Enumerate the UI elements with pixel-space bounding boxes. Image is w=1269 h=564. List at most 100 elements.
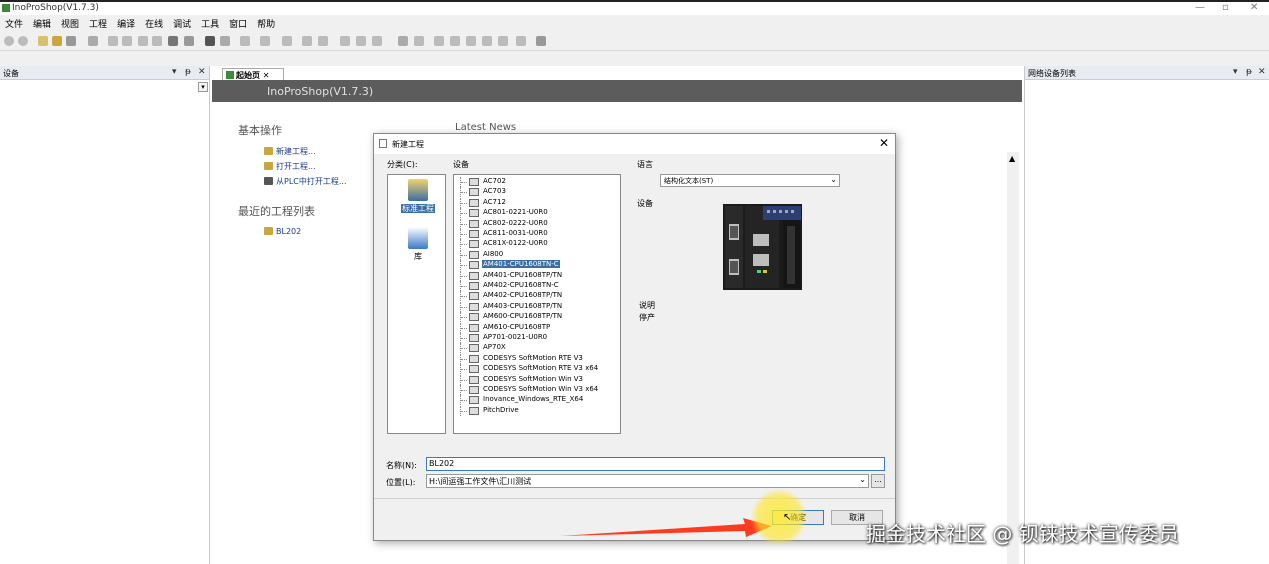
close-pane-icon[interactable]: ✕ xyxy=(198,67,206,77)
description-label: 说明 xyxy=(639,301,655,310)
tab-start-page-label: 起始页 xyxy=(236,71,260,80)
find-icon[interactable] xyxy=(205,36,215,46)
name-label: 名称(N): xyxy=(386,461,417,470)
device-label: AP701-0021-U0R0 xyxy=(483,333,548,341)
delete-icon[interactable] xyxy=(184,36,194,46)
new-project-dialog: 新建工程 ✕ 分类(C): 设备 语言 标准工程 库 AC702 AC703 AC7… xyxy=(373,133,896,541)
minimize-icon[interactable]: — xyxy=(1195,2,1205,13)
menu-view[interactable]: 视图 xyxy=(56,15,84,30)
menu-project[interactable]: 工程 xyxy=(84,15,112,30)
recent-project-item[interactable]: BL202 xyxy=(264,227,301,236)
close-window-icon[interactable]: ✕ xyxy=(1250,2,1258,13)
standard-project-icon xyxy=(408,179,428,201)
menu-bar: 文件 编辑 视图 工程 编译 在线 调试 工具 窗口 帮助 xyxy=(0,15,1269,31)
language-select[interactable]: 结构化文本(ST) ⌄ xyxy=(660,174,840,187)
tool-icon-9[interactable] xyxy=(398,36,408,46)
menu-online[interactable]: 在线 xyxy=(140,15,168,30)
forward-icon[interactable] xyxy=(18,36,28,46)
tool-icon-4[interactable] xyxy=(302,36,312,46)
close-pane-icon[interactable]: ✕ xyxy=(1258,67,1266,77)
dialog-title: 新建工程 xyxy=(392,140,424,149)
tool-icon-3[interactable] xyxy=(282,36,292,46)
dropdown-icon[interactable]: ▾ xyxy=(172,67,177,77)
back-icon[interactable] xyxy=(4,36,14,46)
tool-icon-10[interactable] xyxy=(414,36,424,46)
tool-icon-6[interactable] xyxy=(340,36,350,46)
project-name-input[interactable]: BL202 xyxy=(426,457,885,471)
print-icon[interactable] xyxy=(88,36,98,46)
start-page-icon xyxy=(226,71,234,79)
device-list[interactable]: AC702 AC703 AC712 AC801-0221-U0R0 AC802-0222… xyxy=(453,174,621,434)
category-list: 标准工程 库 xyxy=(387,174,446,434)
new-project-icon xyxy=(264,147,273,155)
new-project-link[interactable]: 新建工程... xyxy=(264,146,316,157)
copy-icon[interactable] xyxy=(152,36,162,46)
close-tab-icon[interactable]: ✕ xyxy=(263,71,270,80)
menu-edit[interactable]: 编辑 xyxy=(28,15,56,30)
device-icon xyxy=(469,250,479,259)
device-label: AM401-CPU1608TN-C xyxy=(482,260,560,269)
tool-icon-16[interactable] xyxy=(516,36,526,46)
menu-debug[interactable]: 调试 xyxy=(168,15,196,30)
tool-icon-17[interactable] xyxy=(536,36,546,46)
menu-help[interactable]: 帮助 xyxy=(252,15,280,30)
device-icon xyxy=(469,292,479,301)
menu-window[interactable]: 窗口 xyxy=(224,15,252,30)
device-icon xyxy=(469,313,479,322)
project-location-select[interactable]: H:\间运强工作文件\汇川测试 ⌄ xyxy=(426,474,869,488)
tool-icon-8[interactable] xyxy=(372,36,382,46)
chevron-down-icon: ⌄ xyxy=(859,475,866,484)
watermark: 掘金技术社区 @ 钡铼技术宣传委员 xyxy=(866,522,1179,546)
tool-icon-14[interactable] xyxy=(482,36,492,46)
open-folder-icon[interactable] xyxy=(52,36,62,46)
dialog-close-icon[interactable]: ✕ xyxy=(879,136,889,150)
dialog-separator xyxy=(374,498,895,499)
pin-icon[interactable]: ᵽ xyxy=(185,67,191,77)
tool-icon-13[interactable] xyxy=(466,36,476,46)
devices-pane-title: 设备 xyxy=(3,69,19,78)
device-label: PitchDrive xyxy=(483,405,519,414)
menu-file[interactable]: 文件 xyxy=(0,15,28,30)
open-project-link[interactable]: 打开工程... xyxy=(264,161,316,172)
window-title: InoProShop(V1.7.3) xyxy=(12,3,99,13)
redo-icon[interactable] xyxy=(122,36,132,46)
network-devices-pane: 网络设备列表 ▾ ᵽ ✕ xyxy=(1024,66,1269,564)
pin-icon[interactable]: ᵽ xyxy=(1246,67,1252,77)
save-icon[interactable] xyxy=(66,36,76,46)
category-library[interactable]: 库 xyxy=(394,227,442,262)
replace-icon[interactable] xyxy=(220,36,230,46)
menu-build[interactable]: 编译 xyxy=(112,15,140,30)
device-icon xyxy=(469,178,479,186)
device-label: AM402-CPU1608TP/TN xyxy=(483,291,563,300)
device-icon xyxy=(469,386,479,394)
new-file-icon[interactable] xyxy=(38,36,48,46)
category-standard-project[interactable]: 标准工程 xyxy=(394,179,442,214)
tool-icon-11[interactable] xyxy=(434,36,444,46)
tool-icon-2[interactable] xyxy=(260,36,270,46)
dropdown-icon[interactable]: ▾ xyxy=(1233,67,1238,77)
tool-icon-15[interactable] xyxy=(498,36,508,46)
menu-tools[interactable]: 工具 xyxy=(196,15,224,30)
tool-icon-5[interactable] xyxy=(318,36,328,46)
cut-icon[interactable] xyxy=(138,36,148,46)
device-label: AC702 xyxy=(483,177,506,185)
start-page-scrollbar[interactable]: ▲ xyxy=(1007,152,1019,564)
device-icon xyxy=(469,334,479,342)
tool-icon-1[interactable] xyxy=(240,36,250,46)
category-library-label: 库 xyxy=(414,252,422,261)
toolbar-gap xyxy=(0,51,1269,66)
device-icon xyxy=(469,198,479,207)
device-icon xyxy=(469,240,479,249)
open-from-plc-link[interactable]: 从PLC中打开工程... xyxy=(264,176,347,187)
tool-icon-7[interactable] xyxy=(356,36,366,46)
browse-button[interactable]: ... xyxy=(871,474,885,488)
pane-dropdown-button[interactable]: ▾ xyxy=(198,82,208,92)
device-label: AC801-0221-U0R0 xyxy=(483,208,548,217)
maximize-icon[interactable]: ▫ xyxy=(1222,2,1229,13)
paste-icon[interactable] xyxy=(168,36,178,46)
scroll-up-icon[interactable]: ▲ xyxy=(1009,154,1015,163)
tool-icon-12[interactable] xyxy=(450,36,460,46)
undo-icon[interactable] xyxy=(108,36,118,46)
recent-projects-title: 最近的工程列表 xyxy=(238,205,315,218)
new-project-dialog-icon xyxy=(379,139,387,148)
